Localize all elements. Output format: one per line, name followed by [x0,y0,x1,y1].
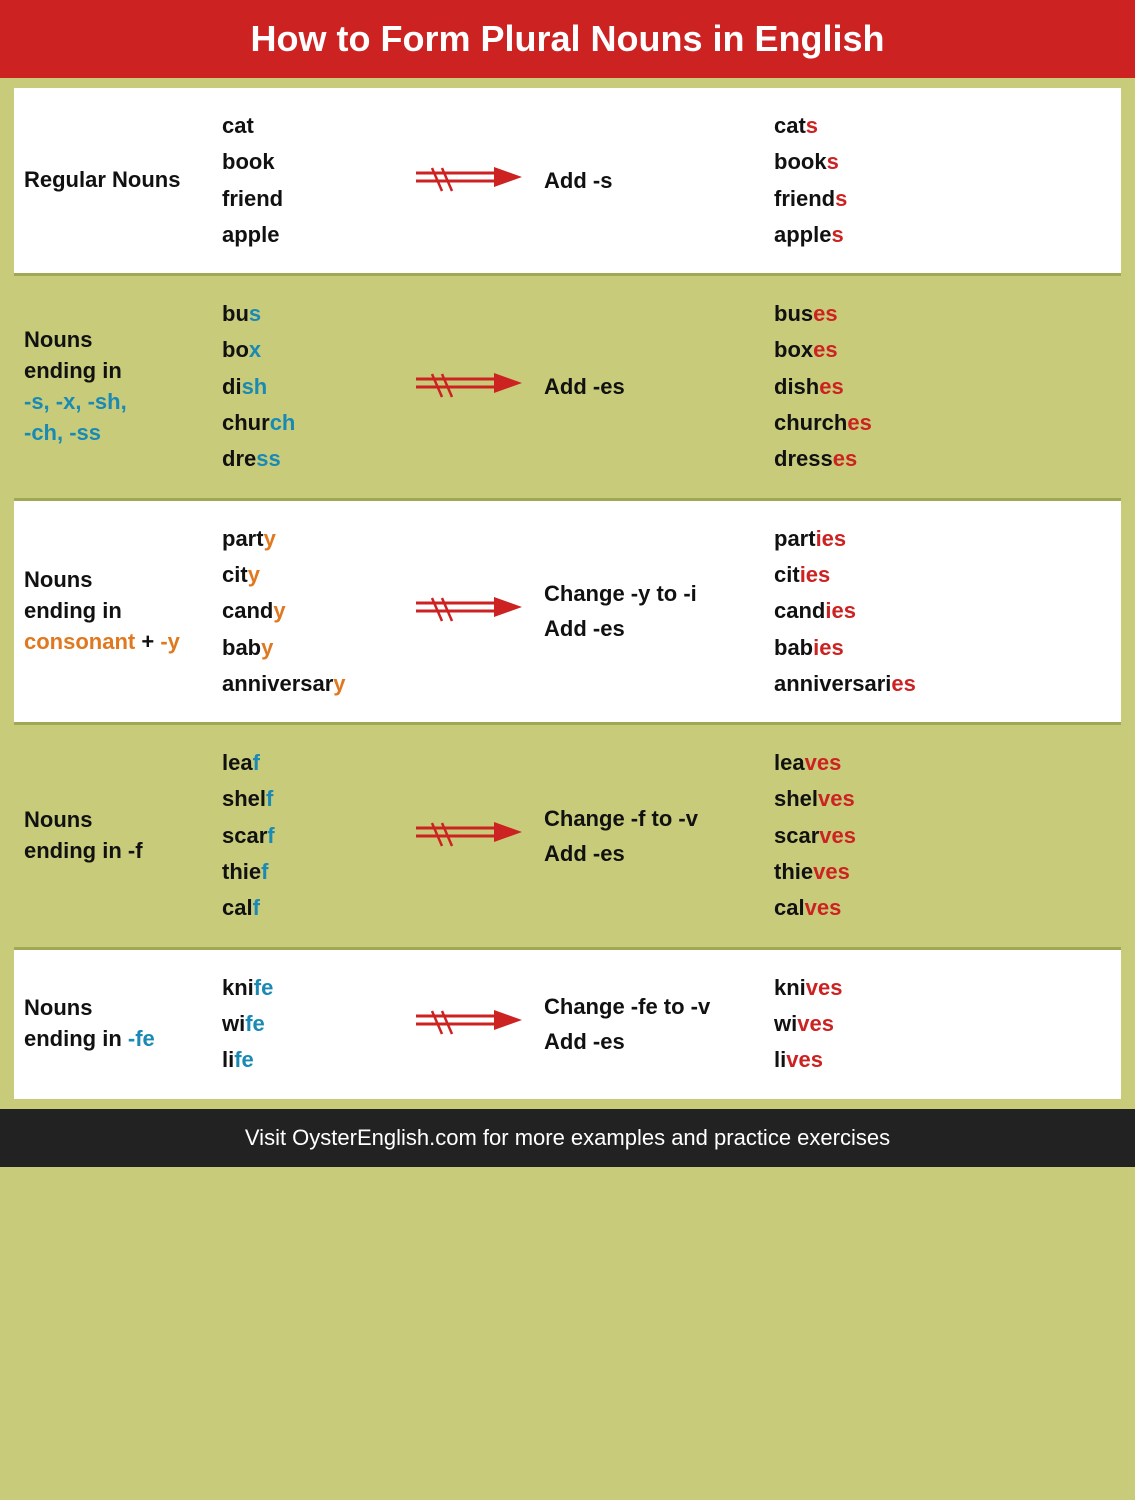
plurals-column: busesboxesdisheschurchesdresses [754,296,1121,477]
table-row: Nounsending in -f leafshelfscarfthiefcal… [14,725,1121,949]
examples-column: partycitycandybabyanniversary [214,521,404,702]
page-title: How to Form Plural Nouns in English [0,0,1135,78]
instruction-text: Add -es [534,369,754,404]
examples-column: knifewifelife [214,970,404,1079]
table-row: Regular Nouns catbookfriendapple Add -s … [14,88,1121,276]
header: How to Form Plural Nouns in English [0,0,1135,78]
arrow-icon [404,818,534,854]
table-row: Nounsending in-s, -x, -sh,-ch, -ss busbo… [14,276,1121,500]
rule-label: Nounsending in-s, -x, -sh,-ch, -ss [14,325,214,448]
table-row: Nounsending inconsonant + -y partycityca… [14,501,1121,725]
arrow-icon [404,1006,534,1042]
plurals-column: catsbooksfriendsapples [754,108,1121,253]
main-table: Regular Nouns catbookfriendapple Add -s … [0,78,1135,1109]
rule-label: Nounsending in -fe [14,993,214,1055]
plurals-column: partiescitiescandiesbabiesanniversaries [754,521,1121,702]
instruction-text: Add -s [534,163,754,198]
plurals-column: kniveswiveslives [754,970,1121,1079]
examples-column: catbookfriendapple [214,108,404,253]
rule-label: Nounsending in -f [14,805,214,867]
examples-column: busboxdishchurchdress [214,296,404,477]
arrow-icon [404,593,534,629]
plurals-column: leavesshelvesscarvesthievescalves [754,745,1121,926]
arrow-icon [404,369,534,405]
footer: Visit OysterEnglish.com for more example… [0,1109,1135,1167]
table-row: Nounsending in -fe knifewifelife Change … [14,950,1121,1099]
examples-column: leafshelfscarfthiefcalf [214,745,404,926]
instruction-text: Change -f to -vAdd -es [534,801,754,871]
rule-label: Nounsending inconsonant + -y [14,565,214,657]
instruction-text: Change -fe to -vAdd -es [534,989,754,1059]
arrow-icon [404,163,534,199]
instruction-text: Change -y to -iAdd -es [534,576,754,646]
rule-label: Regular Nouns [14,165,214,196]
